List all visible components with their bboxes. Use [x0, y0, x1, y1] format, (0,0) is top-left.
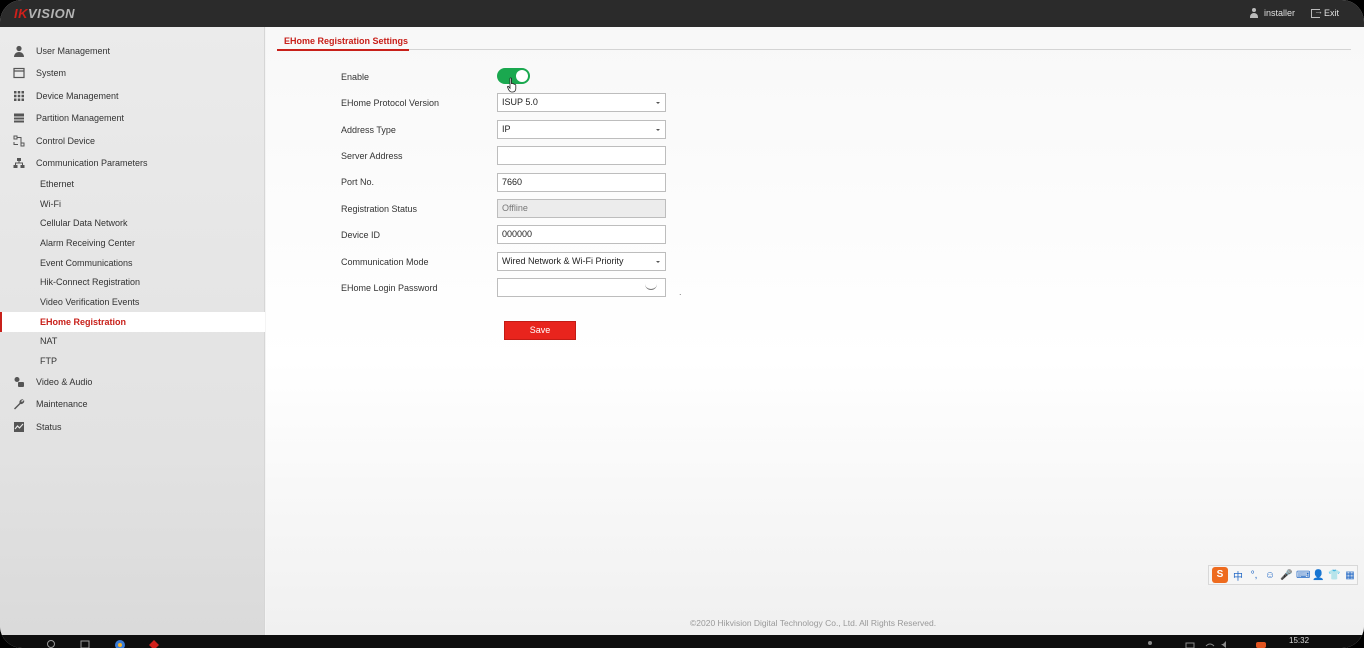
protocol-version-label: EHome Protocol Version — [341, 98, 440, 108]
sidebar-subitem-cellular-data-network[interactable]: Cellular Data Network — [0, 213, 265, 233]
punctuation-icon[interactable]: °, — [1248, 570, 1260, 581]
user-icon[interactable]: 👤 — [1312, 570, 1324, 581]
address-type-select[interactable]: IP — [497, 120, 666, 139]
hand-cursor-icon — [507, 77, 517, 93]
network-icon — [13, 157, 25, 169]
tab-divider — [277, 49, 1351, 50]
communication-mode-select[interactable]: Wired Network & Wi-Fi Priority — [497, 252, 666, 271]
sidebar-subitem-nat[interactable]: NAT — [0, 331, 265, 351]
sidebar-item-status[interactable]: Status — [0, 417, 265, 437]
user-icon — [13, 45, 25, 57]
enable-label: Enable — [341, 72, 370, 82]
sidebar-item-communication-parameters[interactable]: Communication Parameters — [0, 153, 265, 173]
app-icon[interactable] — [148, 639, 159, 648]
device-id-label: Device ID — [341, 230, 381, 240]
search-icon[interactable] — [46, 639, 56, 648]
username: installer — [1264, 8, 1296, 18]
top-bar: IKVISION installer Exit — [0, 0, 1364, 27]
protocol-version-select[interactable]: ISUP 5.0 — [497, 93, 666, 112]
sidebar-item-device-management[interactable]: Device Management — [0, 86, 265, 106]
brand-logo: IKVISION — [14, 6, 76, 21]
server-address-label: Server Address — [341, 151, 403, 161]
port-label: Port No. — [341, 177, 375, 187]
skin-icon[interactable]: 👕 — [1328, 570, 1340, 581]
save-button[interactable]: Save — [504, 321, 576, 340]
trailing-mark: . — [679, 287, 682, 297]
sidebar-subitem-wifi[interactable]: Wi-Fi — [0, 194, 265, 214]
sidebar-item-system[interactable]: System — [0, 63, 265, 83]
port-input[interactable]: 7660 — [497, 173, 666, 192]
copyright-footer: ©2020 Hikvision Digital Technology Co., … — [690, 618, 937, 628]
sidebar-subitem-alarm-receiving-center[interactable]: Alarm Receiving Center — [0, 233, 265, 253]
communication-mode-label: Communication Mode — [341, 257, 429, 267]
sidebar-subitem-ehome-registration[interactable]: EHome Registration — [0, 312, 265, 332]
user-menu[interactable]: installer — [1249, 8, 1295, 18]
tray-wifi-icon[interactable] — [1205, 639, 1215, 648]
exit-icon — [1311, 6, 1323, 18]
exit-label: Exit — [1324, 8, 1340, 18]
video-audio-icon — [13, 376, 25, 388]
sidebar-subitem-ethernet[interactable]: Ethernet — [0, 174, 265, 194]
keyboard-icon[interactable]: ⌨ — [1296, 570, 1310, 581]
eye-closed-icon[interactable] — [645, 284, 657, 290]
wrench-icon — [13, 398, 25, 410]
tray-volume-icon[interactable] — [1220, 639, 1230, 648]
exit-button[interactable]: Exit — [1311, 6, 1340, 18]
tray-keyboard-icon[interactable] — [1185, 639, 1195, 648]
registration-status-field: Offline — [497, 199, 666, 218]
sidebar-subitem-event-communications[interactable]: Event Communications — [0, 253, 265, 273]
taskbar: 15:32 — [0, 635, 1364, 648]
microphone-icon[interactable]: 🎤 — [1280, 570, 1292, 581]
emoji-icon[interactable]: ☺ — [1264, 570, 1276, 581]
main-content: EHome Registration Settings Enable EHome… — [266, 27, 1364, 635]
browser-icon[interactable] — [114, 639, 125, 648]
sidebar: User Management System Device Management… — [0, 27, 265, 635]
toolbox-icon[interactable]: ▦ — [1344, 570, 1356, 581]
status-icon — [13, 421, 25, 433]
registration-status-label: Registration Status — [341, 204, 418, 214]
address-type-label: Address Type — [341, 125, 396, 135]
tab-ehome-registration-settings[interactable]: EHome Registration Settings — [277, 35, 409, 51]
login-password-input[interactable] — [497, 278, 666, 297]
tray-people-icon[interactable] — [1145, 639, 1155, 648]
control-icon — [13, 135, 25, 147]
sidebar-item-video-audio[interactable]: Video & Audio — [0, 372, 265, 392]
sidebar-subitem-hik-connect-registration[interactable]: Hik-Connect Registration — [0, 272, 265, 292]
server-address-input[interactable] — [497, 146, 666, 165]
user-icon — [1249, 8, 1259, 18]
login-password-label: EHome Login Password — [341, 283, 438, 293]
ime-toolbar: S 中 °, ☺ 🎤 ⌨ 👤 👕 ▦ — [1208, 565, 1358, 585]
chinese-mode-icon[interactable]: 中 — [1232, 568, 1244, 583]
sidebar-item-maintenance[interactable]: Maintenance — [0, 394, 265, 414]
system-icon — [13, 67, 25, 79]
sidebar-item-partition-management[interactable]: Partition Management — [0, 108, 265, 128]
sidebar-subitem-ftp[interactable]: FTP — [0, 351, 265, 371]
screen: IKVISION installer Exit User Management … — [0, 0, 1364, 648]
tray-sogou-icon[interactable] — [1255, 639, 1266, 648]
task-view-icon[interactable] — [80, 639, 90, 648]
device-id-input[interactable]: 000000 — [497, 225, 666, 244]
device-grid-icon — [13, 90, 25, 102]
sogou-logo-icon[interactable]: S — [1212, 567, 1228, 583]
taskbar-clock[interactable]: 15:32 — [1289, 636, 1309, 645]
sidebar-subitem-video-verification-events[interactable]: Video Verification Events — [0, 292, 265, 312]
partition-icon — [13, 112, 25, 124]
sidebar-item-control-device[interactable]: Control Device — [0, 131, 265, 151]
sidebar-item-user-management[interactable]: User Management — [0, 41, 265, 61]
